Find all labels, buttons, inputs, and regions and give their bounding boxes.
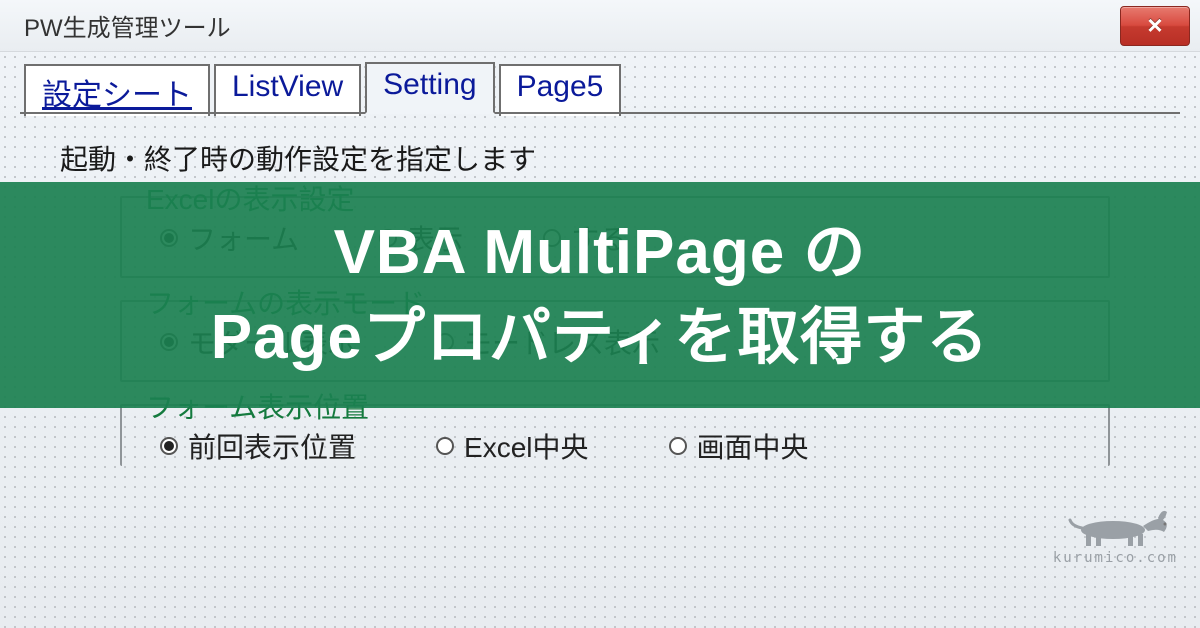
dachshund-icon [1058, 498, 1178, 548]
window-title: PW生成管理ツール [24, 8, 231, 43]
radio-label: 前回表示位置 [188, 426, 356, 466]
radio-excel-center[interactable]: Excel中央 [436, 426, 588, 466]
radio-icon [160, 437, 178, 455]
tab-setting[interactable]: Setting [365, 62, 494, 114]
group-form-position-options: 前回表示位置 Excel中央 画面中央 [142, 426, 1088, 466]
overlay-banner: VBA MultiPage の Pageプロパティを取得する [0, 182, 1200, 408]
group-form-position: フォーム表示位置 前回表示位置 Excel中央 画面中央 [120, 404, 1110, 466]
radio-label: Excel中央 [464, 426, 588, 466]
radio-screen-center[interactable]: 画面中央 [669, 426, 809, 466]
watermark: kurumico.com [1053, 498, 1178, 566]
tab-settings-sheet[interactable]: 設定シート [24, 64, 210, 116]
page-heading: 起動・終了時の動作設定を指定します [60, 138, 1180, 178]
tab-underline [20, 112, 1180, 114]
close-button[interactable]: × [1120, 6, 1190, 46]
radio-icon [436, 437, 454, 455]
radio-icon [669, 437, 687, 455]
radio-label: 画面中央 [697, 426, 809, 466]
radio-last-position[interactable]: 前回表示位置 [160, 426, 356, 466]
tab-page5[interactable]: Page5 [499, 64, 622, 116]
overlay-line2: Pageプロパティを取得する [211, 299, 989, 377]
watermark-url: kurumico.com [1053, 550, 1178, 566]
overlay-line1: VBA MultiPage の [334, 214, 867, 292]
close-icon: × [1147, 10, 1162, 41]
tab-listview[interactable]: ListView [214, 64, 361, 116]
multipage-tabstrip: 設定シート ListView Setting Page5 [20, 62, 1180, 114]
titlebar: PW生成管理ツール × [0, 0, 1200, 52]
